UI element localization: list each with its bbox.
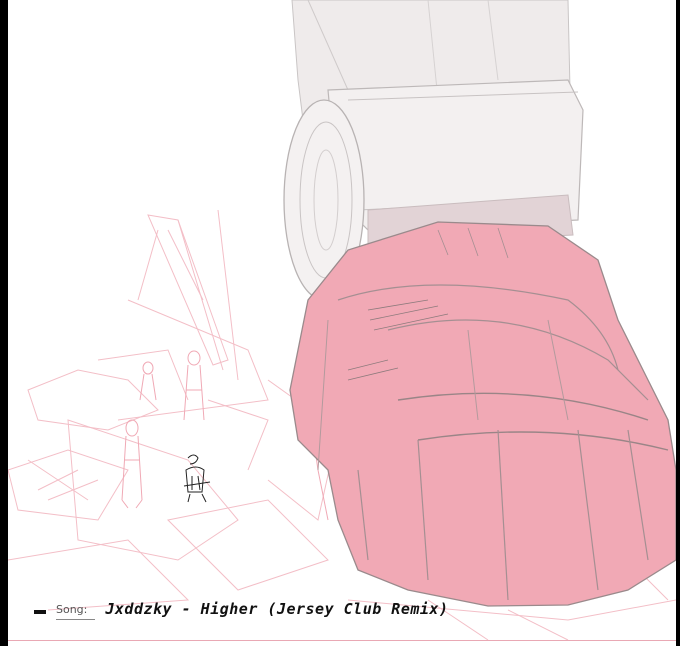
small-figure-sketch [183,454,211,503]
video-frame: Song: Jxddzky - Higher (Jersey Club Remi… [8,0,676,646]
bottom-divider [8,640,676,641]
song-title: Jxddzky - Higher (Jersey Club Remix) [105,600,449,618]
giant-foot-sketch [289,221,676,607]
song-caption: Song: Jxddzky - Higher (Jersey Club Remi… [34,596,448,620]
dash-icon [34,610,46,614]
song-label: Song: [56,603,96,620]
sketch-illustration [8,0,676,641]
